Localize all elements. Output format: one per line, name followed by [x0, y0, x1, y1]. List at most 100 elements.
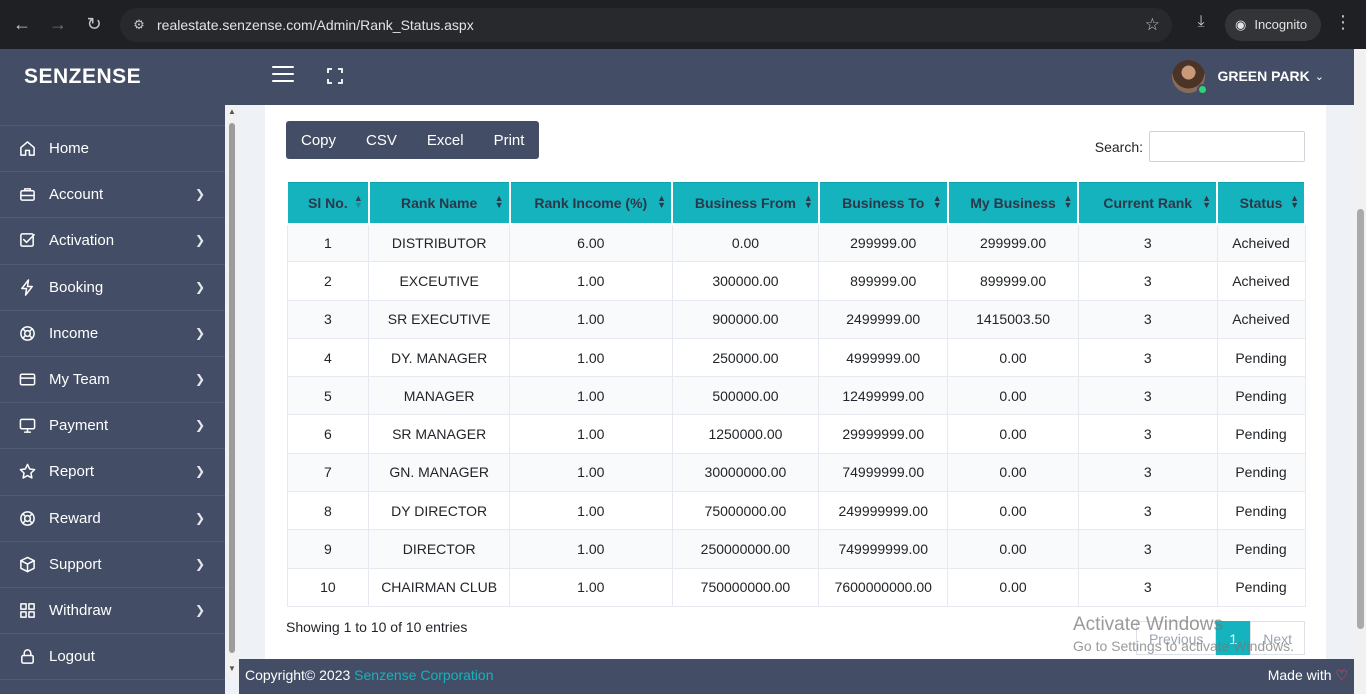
- column-header[interactable]: Status ▲ ▼: [1216, 182, 1306, 225]
- sidebar-item-activation[interactable]: Activation ❯: [0, 218, 225, 265]
- back-icon[interactable]: ←: [10, 12, 34, 36]
- sidebar-item-label: Support: [49, 555, 102, 573]
- incognito-badge[interactable]: ◉ Incognito: [1225, 9, 1322, 41]
- excel-button[interactable]: Excel: [412, 121, 479, 159]
- sidebar-item-income[interactable]: Income ❯: [0, 311, 225, 357]
- chevron-right-icon: ❯: [194, 418, 205, 433]
- column-header-label: Rank Name: [401, 194, 478, 211]
- sidebar-item-booking[interactable]: Booking ❯: [0, 265, 225, 311]
- table-search: Search:: [1095, 131, 1305, 162]
- footer: Copyright© 2023 Senzense Corporation Mad…: [239, 659, 1354, 694]
- table-cell: EXCEUTIVE: [368, 261, 511, 301]
- column-header[interactable]: Rank Name ▲ ▼: [367, 182, 511, 225]
- table-cell: 0.00: [947, 529, 1079, 569]
- table-row: 5 MANAGER 1.00 500000.00 12499999.00 0.00 3 Pen…: [286, 376, 1306, 416]
- sidebar-menu: Home Account ❯ Activation ❯ Booking ❯ Income ❯ My…: [0, 125, 225, 681]
- search-input[interactable]: [1149, 131, 1305, 162]
- sidebar-item-support[interactable]: Support ❯: [0, 542, 225, 588]
- reload-icon[interactable]: ↻: [82, 12, 106, 36]
- column-header[interactable]: Rank Income (%) ▲ ▼: [508, 182, 674, 225]
- column-header[interactable]: Current Rank ▲ ▼: [1077, 182, 1219, 225]
- sidebar-item-withdraw[interactable]: Withdraw ❯: [0, 588, 225, 635]
- browser-menu-icon[interactable]: ⋮: [1334, 12, 1352, 33]
- sidebar-item-payment[interactable]: Payment ❯: [0, 403, 225, 450]
- sidebar-item-label: Activation: [49, 232, 115, 250]
- sidebar-item-home[interactable]: Home: [0, 126, 225, 173]
- fullscreen-icon[interactable]: [327, 68, 343, 84]
- avatar[interactable]: [1172, 59, 1209, 95]
- table-cell: 75000000.00: [671, 491, 820, 531]
- table-cell: 0.00: [947, 376, 1079, 416]
- table-cell: 300000.00: [671, 261, 820, 301]
- chevron-right-icon: ❯: [194, 464, 205, 479]
- menu-toggle-icon[interactable]: [272, 66, 294, 84]
- table-cell: 29999999.00: [818, 414, 949, 454]
- page-scrollbar[interactable]: [1354, 49, 1366, 694]
- made-with-text: Made with: [1267, 667, 1332, 683]
- table-cell: 0.00: [947, 567, 1079, 607]
- site-info-icon[interactable]: ⚙: [130, 16, 148, 34]
- address-bar[interactable]: ⚙ realestate.senzense.com/Admin/Rank_Sta…: [120, 8, 1172, 42]
- sidebar-item-reward[interactable]: Reward ❯: [0, 496, 225, 542]
- column-header[interactable]: My Business ▲ ▼: [946, 182, 1080, 225]
- table-cell: 0.00: [947, 452, 1079, 493]
- column-header-label: Business To: [842, 194, 925, 211]
- table-cell: 1250000.00: [671, 414, 820, 454]
- export-buttons: Copy CSV Excel Print: [286, 121, 540, 159]
- table-cell: Pending: [1216, 452, 1306, 493]
- column-header-label: Sl No.: [308, 194, 348, 211]
- sidebar: Home Account ❯ Activation ❯ Booking ❯ Income ❯ My…: [0, 105, 225, 694]
- user-menu[interactable]: GREEN PARK ⌄: [1172, 58, 1324, 95]
- home-icon: [20, 141, 35, 156]
- table-cell: 250000000.00: [671, 529, 820, 569]
- table-cell: 1415003.50: [947, 299, 1079, 339]
- table-cell: 6: [286, 414, 370, 454]
- chevron-right-icon: ❯: [194, 233, 205, 248]
- table-cell: 1.00: [509, 299, 673, 339]
- print-button[interactable]: Print: [479, 121, 540, 159]
- copyright-text: Copyright© 2023: [245, 667, 351, 683]
- column-header-label: Rank Income (%): [534, 194, 648, 211]
- star-icon: [19, 464, 36, 480]
- lifebuoy-icon: [20, 325, 35, 341]
- table-cell: 3: [1077, 491, 1218, 531]
- table-cell: 12499999.00: [818, 376, 949, 416]
- brand-logo[interactable]: SENZENSE: [0, 49, 225, 105]
- sidebar-scrollbar[interactable]: ▲ ▼: [225, 105, 239, 675]
- bookmark-star-icon[interactable]: ☆: [1145, 15, 1160, 35]
- download-icon[interactable]: ⤓: [1190, 13, 1212, 35]
- table-cell: 1.00: [509, 337, 673, 378]
- bolt-icon: [21, 278, 33, 296]
- table-cell: Acheived: [1216, 299, 1306, 339]
- lock-icon: [21, 649, 34, 665]
- sort-icon: ▲ ▼: [1290, 193, 1299, 210]
- rank-status-card: Copy CSV Excel Print Search: Sl No. ▲ ▼ Ran…: [265, 105, 1326, 660]
- table-cell: 0.00: [671, 222, 820, 263]
- csv-button[interactable]: CSV: [351, 121, 412, 159]
- column-header[interactable]: Business To ▲ ▼: [817, 182, 949, 225]
- column-header[interactable]: Business From ▲ ▼: [671, 182, 820, 225]
- table-cell: 1.00: [509, 567, 673, 607]
- table-cell: 899999.00: [947, 261, 1079, 301]
- table-cell: 900000.00: [671, 299, 820, 339]
- table-cell: 749999999.00: [818, 529, 949, 569]
- company-link[interactable]: Senzense Corporation: [354, 667, 493, 683]
- browser-chrome: ← → ↻ ⚙ realestate.senzense.com/Admin/Ra…: [0, 0, 1366, 49]
- windows-activation-watermark: Activate Windows Go to Settings to activ…: [1073, 614, 1294, 654]
- sidebar-item-account[interactable]: Account ❯: [0, 172, 225, 219]
- table-cell: 2: [286, 261, 370, 301]
- sidebar-item-report[interactable]: Report ❯: [0, 449, 225, 496]
- sidebar-item-label: Booking: [49, 278, 104, 296]
- copy-button[interactable]: Copy: [286, 121, 351, 159]
- column-header[interactable]: Sl No. ▲ ▼: [286, 182, 370, 225]
- table-cell: DY DIRECTOR: [368, 491, 511, 531]
- sidebar-item-my-team[interactable]: My Team ❯: [0, 357, 225, 404]
- table-cell: 500000.00: [671, 376, 820, 416]
- sidebar-item-logout[interactable]: Logout: [0, 634, 225, 681]
- table-cell: 2499999.00: [818, 299, 949, 339]
- sidebar-item-label: Report: [49, 463, 95, 481]
- forward-icon[interactable]: →: [46, 12, 70, 36]
- chevron-down-icon: ⌄: [1314, 70, 1324, 83]
- table-row: 1 DISTRIBUTOR 6.00 0.00 299999.00 299999.00 3 A…: [286, 222, 1306, 263]
- table-cell: 3: [1077, 376, 1218, 416]
